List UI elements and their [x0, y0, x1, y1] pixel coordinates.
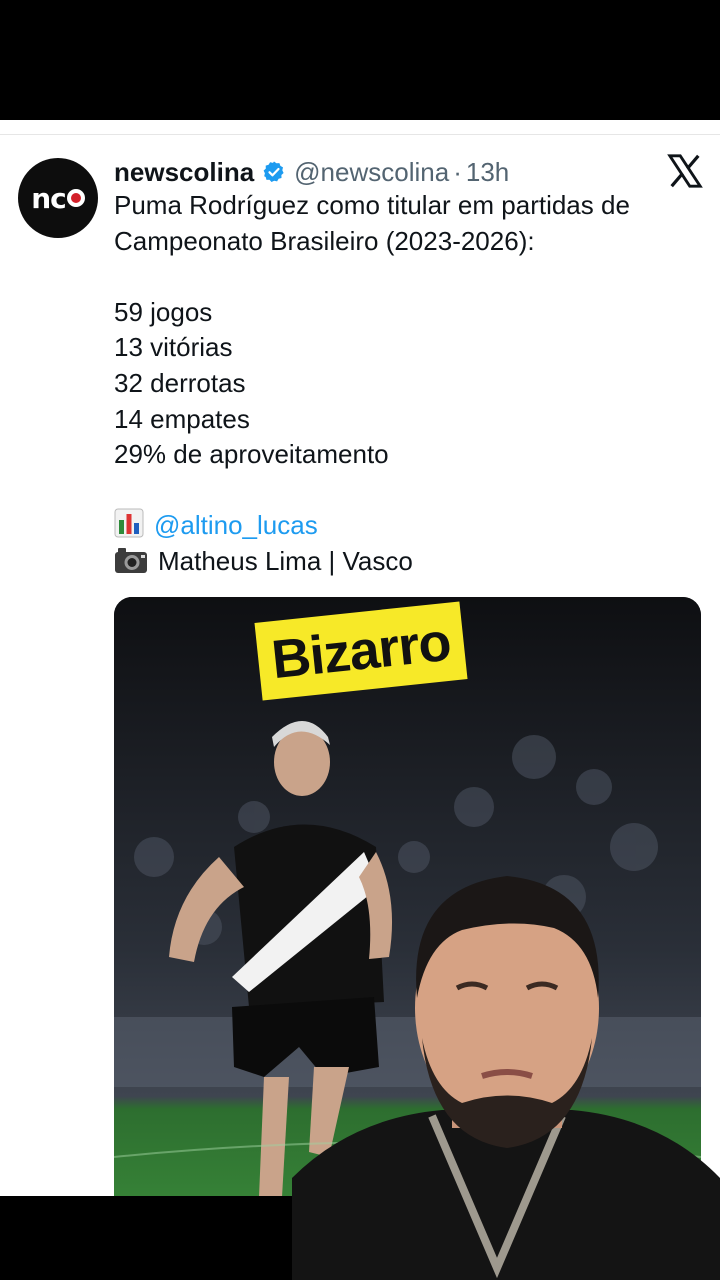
avatar-logo: nc: [31, 182, 85, 215]
tweet-text: Puma Rodríguez como titular em partidas …: [114, 188, 694, 580]
tweet-line: 59 jogos: [114, 296, 213, 327]
display-name[interactable]: newscolina: [114, 157, 254, 188]
tweet-line: 32 derrotas: [114, 367, 246, 398]
verified-badge-icon: [263, 161, 284, 182]
separator: ·: [453, 156, 462, 187]
camera-icon: [115, 547, 147, 573]
mention-link[interactable]: @altino_lucas: [154, 510, 318, 540]
tweet-line: 14 empates: [114, 403, 250, 434]
tweet-line: Puma Rodríguez como titular em partidas …: [114, 190, 630, 220]
tweet-line: Campeonato Brasileiro (2023-2026):: [114, 225, 535, 256]
photo-credit: Matheus Lima | Vasco: [158, 545, 413, 576]
stats-credit-line: @altino_lucas: [114, 508, 694, 544]
divider: [0, 134, 720, 135]
tweet-line: [114, 259, 694, 295]
avatar[interactable]: nc: [18, 158, 98, 238]
avatar-logo-dot: [66, 189, 85, 207]
photo-credit-line: Matheus Lima | Vasco: [114, 544, 694, 580]
bizarro-caption-text: Bizarro: [268, 611, 454, 691]
handle[interactable]: @newscolina: [294, 157, 449, 188]
avatar-logo-text: nc: [31, 181, 67, 215]
tweet-line: 13 vitórias: [114, 332, 233, 363]
timestamp[interactable]: 13h: [466, 157, 509, 188]
tweet-line: [114, 473, 694, 509]
tweet-header: newscolina @newscolina · 13h: [114, 154, 509, 190]
x-logo-icon[interactable]: [666, 152, 704, 190]
top-black-bar: [0, 0, 720, 120]
presenter-video-overlay: [292, 876, 720, 1280]
bar-chart-icon: [114, 508, 144, 538]
tweet-line: 29% de aproveitamento: [114, 439, 389, 470]
